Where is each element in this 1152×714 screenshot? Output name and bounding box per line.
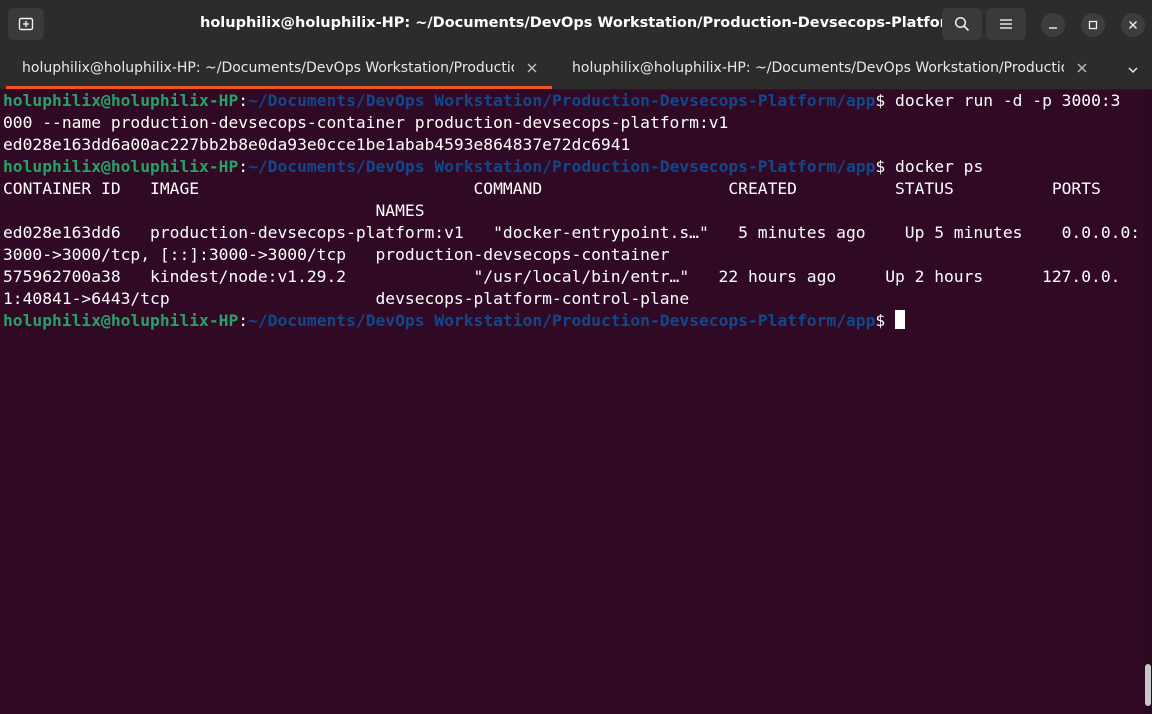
tab-label: holuphilix@holuphilix-HP: ~/Documents/De…: [22, 60, 514, 76]
terminal-window: holuphilix@holuphilix-HP: ~/Documents/De…: [0, 0, 1152, 714]
active-tab-indicator: [6, 86, 552, 89]
maximize-icon: [1088, 20, 1098, 30]
terminal-line: holuphilix@holuphilix-HP:~/Documents/Dev…: [3, 157, 984, 176]
window-title: holuphilix@holuphilix-HP: ~/Documents/De…: [200, 15, 956, 31]
text-cursor: [895, 310, 906, 329]
prompt-path: ~/Documents/DevOps Workstation/Productio…: [248, 157, 876, 176]
prompt-user: holuphilix@holuphilix-HP: [3, 157, 239, 176]
table-row: 1:40841->6443/tcp devsecops-platform-con…: [3, 289, 690, 308]
terminal-line: holuphilix@holuphilix-HP:~/Documents/Dev…: [3, 91, 1121, 110]
new-tab-button[interactable]: [8, 8, 44, 40]
terminal-line: ed028e163dd6a00ac227bb2b8e0da93e0cce1be1…: [3, 135, 631, 154]
close-window-button[interactable]: [1121, 13, 1145, 37]
prompt-user: holuphilix@holuphilix-HP: [3, 311, 239, 330]
maximize-button[interactable]: [1081, 13, 1105, 37]
tab-close-button[interactable]: [524, 60, 540, 76]
close-icon: [1129, 21, 1137, 29]
tab-list-dropdown[interactable]: [1118, 55, 1148, 85]
tab-terminal-1[interactable]: holuphilix@holuphilix-HP: ~/Documents/De…: [6, 51, 552, 89]
close-icon: [1077, 63, 1087, 73]
command-text: docker run -d -p 3000:3: [895, 91, 1121, 110]
close-icon: [527, 63, 537, 73]
new-tab-icon: [18, 17, 34, 31]
prompt-path: ~/Documents/DevOps Workstation/Productio…: [248, 91, 876, 110]
terminal-line: holuphilix@holuphilix-HP:~/Documents/Dev…: [3, 310, 906, 332]
search-button[interactable]: [942, 8, 982, 40]
prompt-path: ~/Documents/DevOps Workstation/Productio…: [248, 311, 876, 330]
table-header: NAMES: [3, 201, 425, 220]
hamburger-menu-icon: [1000, 19, 1012, 29]
tab-close-button[interactable]: [1074, 60, 1090, 76]
terminal-scrollbar[interactable]: [1144, 90, 1152, 714]
terminal-line: 000 --name production-devsecops-containe…: [3, 113, 729, 132]
minimize-button[interactable]: [1041, 13, 1065, 37]
command-text: docker ps: [895, 157, 984, 176]
table-header: CONTAINER ID IMAGE COMMAND CREATED STATU…: [3, 179, 1101, 198]
tab-label: holuphilix@holuphilix-HP: ~/Documents/De…: [572, 60, 1064, 76]
tab-bar: holuphilix@holuphilix-HP: ~/Documents/De…: [0, 47, 1152, 90]
search-icon: [954, 16, 970, 32]
prompt-user: holuphilix@holuphilix-HP: [3, 91, 239, 110]
scrollbar-thumb[interactable]: [1145, 664, 1151, 706]
table-row: 3000->3000/tcp, [::]:3000->3000/tcp prod…: [3, 245, 670, 264]
terminal-output[interactable]: holuphilix@holuphilix-HP:~/Documents/Dev…: [0, 90, 1144, 714]
minimize-icon: [1049, 27, 1057, 29]
table-row: 575962700a38 kindest/node:v1.29.2 "/usr/…: [3, 267, 1121, 286]
menu-button[interactable]: [986, 8, 1026, 40]
header-bar: holuphilix@holuphilix-HP: ~/Documents/De…: [0, 0, 1152, 47]
chevron-down-icon: [1128, 67, 1138, 74]
table-row: ed028e163dd6 production-devsecops-platfo…: [3, 223, 1141, 242]
tab-terminal-2[interactable]: holuphilix@holuphilix-HP: ~/Documents/De…: [556, 51, 1102, 87]
